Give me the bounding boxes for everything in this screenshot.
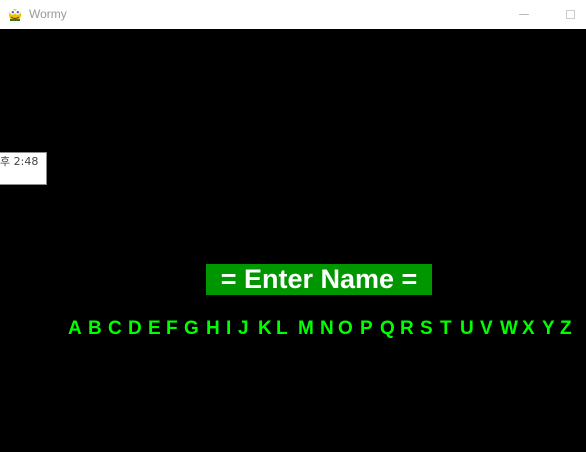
letter-y[interactable]: Y — [542, 318, 555, 340]
letter-n[interactable]: N — [320, 318, 334, 340]
pygame-snake-icon — [7, 6, 23, 22]
letter-z[interactable]: Z — [560, 318, 572, 340]
letter-p[interactable]: P — [360, 318, 373, 340]
letter-t[interactable]: T — [440, 318, 452, 340]
letter-x[interactable]: X — [522, 318, 535, 340]
minimize-icon — [519, 14, 529, 15]
letter-o[interactable]: O — [338, 318, 353, 340]
letter-m[interactable]: M — [298, 318, 314, 340]
letter-f[interactable]: F — [166, 318, 178, 340]
letter-q[interactable]: Q — [380, 318, 395, 340]
letter-picker: ABCDEFGHIJKLMNOPQRSTUVWXYZ — [68, 318, 578, 340]
letter-s[interactable]: S — [420, 318, 433, 340]
letter-u[interactable]: U — [460, 318, 474, 340]
game-canvas[interactable] — [0, 29, 586, 452]
maximize-icon — [565, 10, 575, 19]
letter-h[interactable]: H — [206, 318, 220, 340]
maximize-button[interactable] — [547, 0, 586, 29]
letter-w[interactable]: W — [500, 318, 518, 340]
title-bar[interactable]: Wormy — [0, 0, 586, 29]
clock-tooltip: 후 2:48 — [0, 152, 47, 185]
letter-j[interactable]: J — [238, 318, 249, 340]
window-title: Wormy — [29, 7, 67, 21]
letter-b[interactable]: B — [88, 318, 102, 340]
letter-a[interactable]: A — [68, 318, 82, 340]
letter-d[interactable]: D — [128, 318, 142, 340]
letter-k[interactable]: K — [258, 318, 272, 340]
letter-e[interactable]: E — [148, 318, 161, 340]
enter-name-banner: = Enter Name = — [206, 264, 432, 295]
letter-g[interactable]: G — [184, 318, 199, 340]
letter-l[interactable]: L — [276, 318, 288, 340]
letter-v[interactable]: V — [480, 318, 493, 340]
app-window: Wormy 후 2:48 = Enter Name = ABCDEFGHIJKL… — [0, 0, 586, 452]
minimize-button[interactable] — [501, 0, 547, 29]
letter-i[interactable]: I — [226, 318, 231, 340]
letter-r[interactable]: R — [400, 318, 414, 340]
letter-c[interactable]: C — [108, 318, 122, 340]
